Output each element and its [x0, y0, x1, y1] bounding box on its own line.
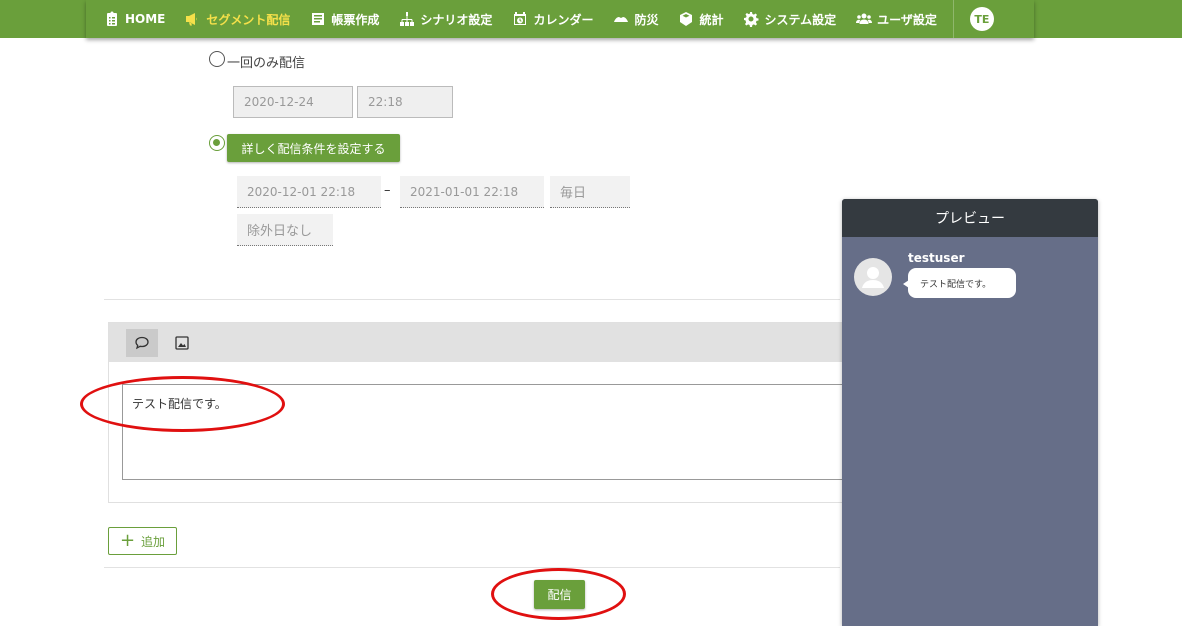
range-separator: –	[384, 183, 391, 198]
add-message-button[interactable]: + 追加	[108, 527, 177, 555]
hands-icon	[614, 17, 629, 22]
nav-label-scenario-settings: シナリオ設定	[420, 12, 493, 27]
preview-username: testuser	[908, 251, 965, 265]
exclusion-select[interactable]: 除外日なし	[237, 214, 333, 246]
detailed-conditions-button[interactable]: 詳しく配信条件を設定する	[227, 134, 400, 162]
radio-once[interactable]	[209, 51, 225, 67]
radio-once-label: 一回のみ配信	[227, 56, 306, 71]
user-avatar[interactable]: TE	[969, 7, 994, 31]
add-label: 追加	[141, 534, 166, 549]
nav-item-user-settings[interactable]: ユーザ設定	[856, 0, 937, 38]
preview-message-bubble: テスト配信です。	[903, 268, 1016, 298]
frequency-select[interactable]: 毎日	[550, 176, 630, 208]
nav-item-statistics[interactable]: 統計	[678, 0, 723, 38]
gear-icon	[744, 12, 759, 27]
once-time-input[interactable]: 22:18	[357, 86, 453, 118]
nav-item-calendar[interactable]: カレンダー	[512, 0, 593, 38]
radio-detailed[interactable]	[209, 135, 225, 151]
nav-divider	[952, 0, 954, 38]
divider-bottom	[104, 567, 840, 568]
nav-item-home[interactable]: HOME	[104, 0, 165, 38]
preview-panel: プレビュー testuser テスト配信です。	[842, 199, 1098, 626]
nav-label-statistics: 統計	[699, 12, 724, 27]
nav-label-segment-delivery: セグメント配信	[206, 12, 291, 27]
nav-item-scenario-settings[interactable]: シナリオ設定	[399, 0, 492, 38]
end-datetime-input[interactable]: 2021-01-01 22:18	[400, 176, 544, 208]
nav-item-segment-delivery[interactable]: セグメント配信	[185, 0, 290, 38]
text-message-tab[interactable]	[126, 328, 158, 357]
speech-bubble-icon	[135, 336, 149, 349]
document-list-icon	[312, 13, 325, 25]
annotation-ellipse-send	[491, 568, 626, 620]
users-icon	[856, 13, 873, 24]
plus-icon: +	[119, 530, 136, 551]
nav-label-disaster-prevention: 防災	[634, 12, 659, 27]
divider-top	[104, 299, 840, 300]
nav-label-form-creation: 帳票作成	[331, 12, 380, 27]
nav-item-system-settings[interactable]: システム設定	[743, 0, 836, 38]
clipboard-list-icon	[107, 11, 117, 26]
calendar-clock-icon	[514, 12, 527, 25]
start-datetime-input[interactable]: 2020-12-01 22:18	[237, 176, 381, 208]
main-navbar: HOME セグメント配信 帳票作成 シナリオ設定 カレンダー 防災 統計 システ…	[86, 0, 1034, 38]
annotation-ellipse-message	[80, 376, 285, 432]
cube-icon	[680, 12, 693, 26]
once-date-input[interactable]: 2020-12-24	[233, 86, 353, 118]
nav-label-user-settings: ユーザ設定	[877, 12, 937, 27]
preview-title: プレビュー	[842, 199, 1098, 237]
image-icon	[175, 335, 189, 350]
nav-label-calendar: カレンダー	[533, 12, 594, 27]
editor-toolbar	[109, 323, 867, 362]
nav-item-disaster-prevention[interactable]: 防災	[613, 0, 658, 38]
nav-item-form-creation[interactable]: 帳票作成	[310, 0, 379, 38]
preview-avatar	[854, 258, 892, 296]
image-message-tab[interactable]	[166, 329, 198, 357]
sitemap-icon	[400, 12, 415, 26]
nav-label-home: HOME	[125, 12, 166, 26]
user-silhouette-icon	[862, 267, 884, 288]
nav-label-system-settings: システム設定	[764, 12, 837, 27]
megaphone-icon	[186, 13, 197, 26]
